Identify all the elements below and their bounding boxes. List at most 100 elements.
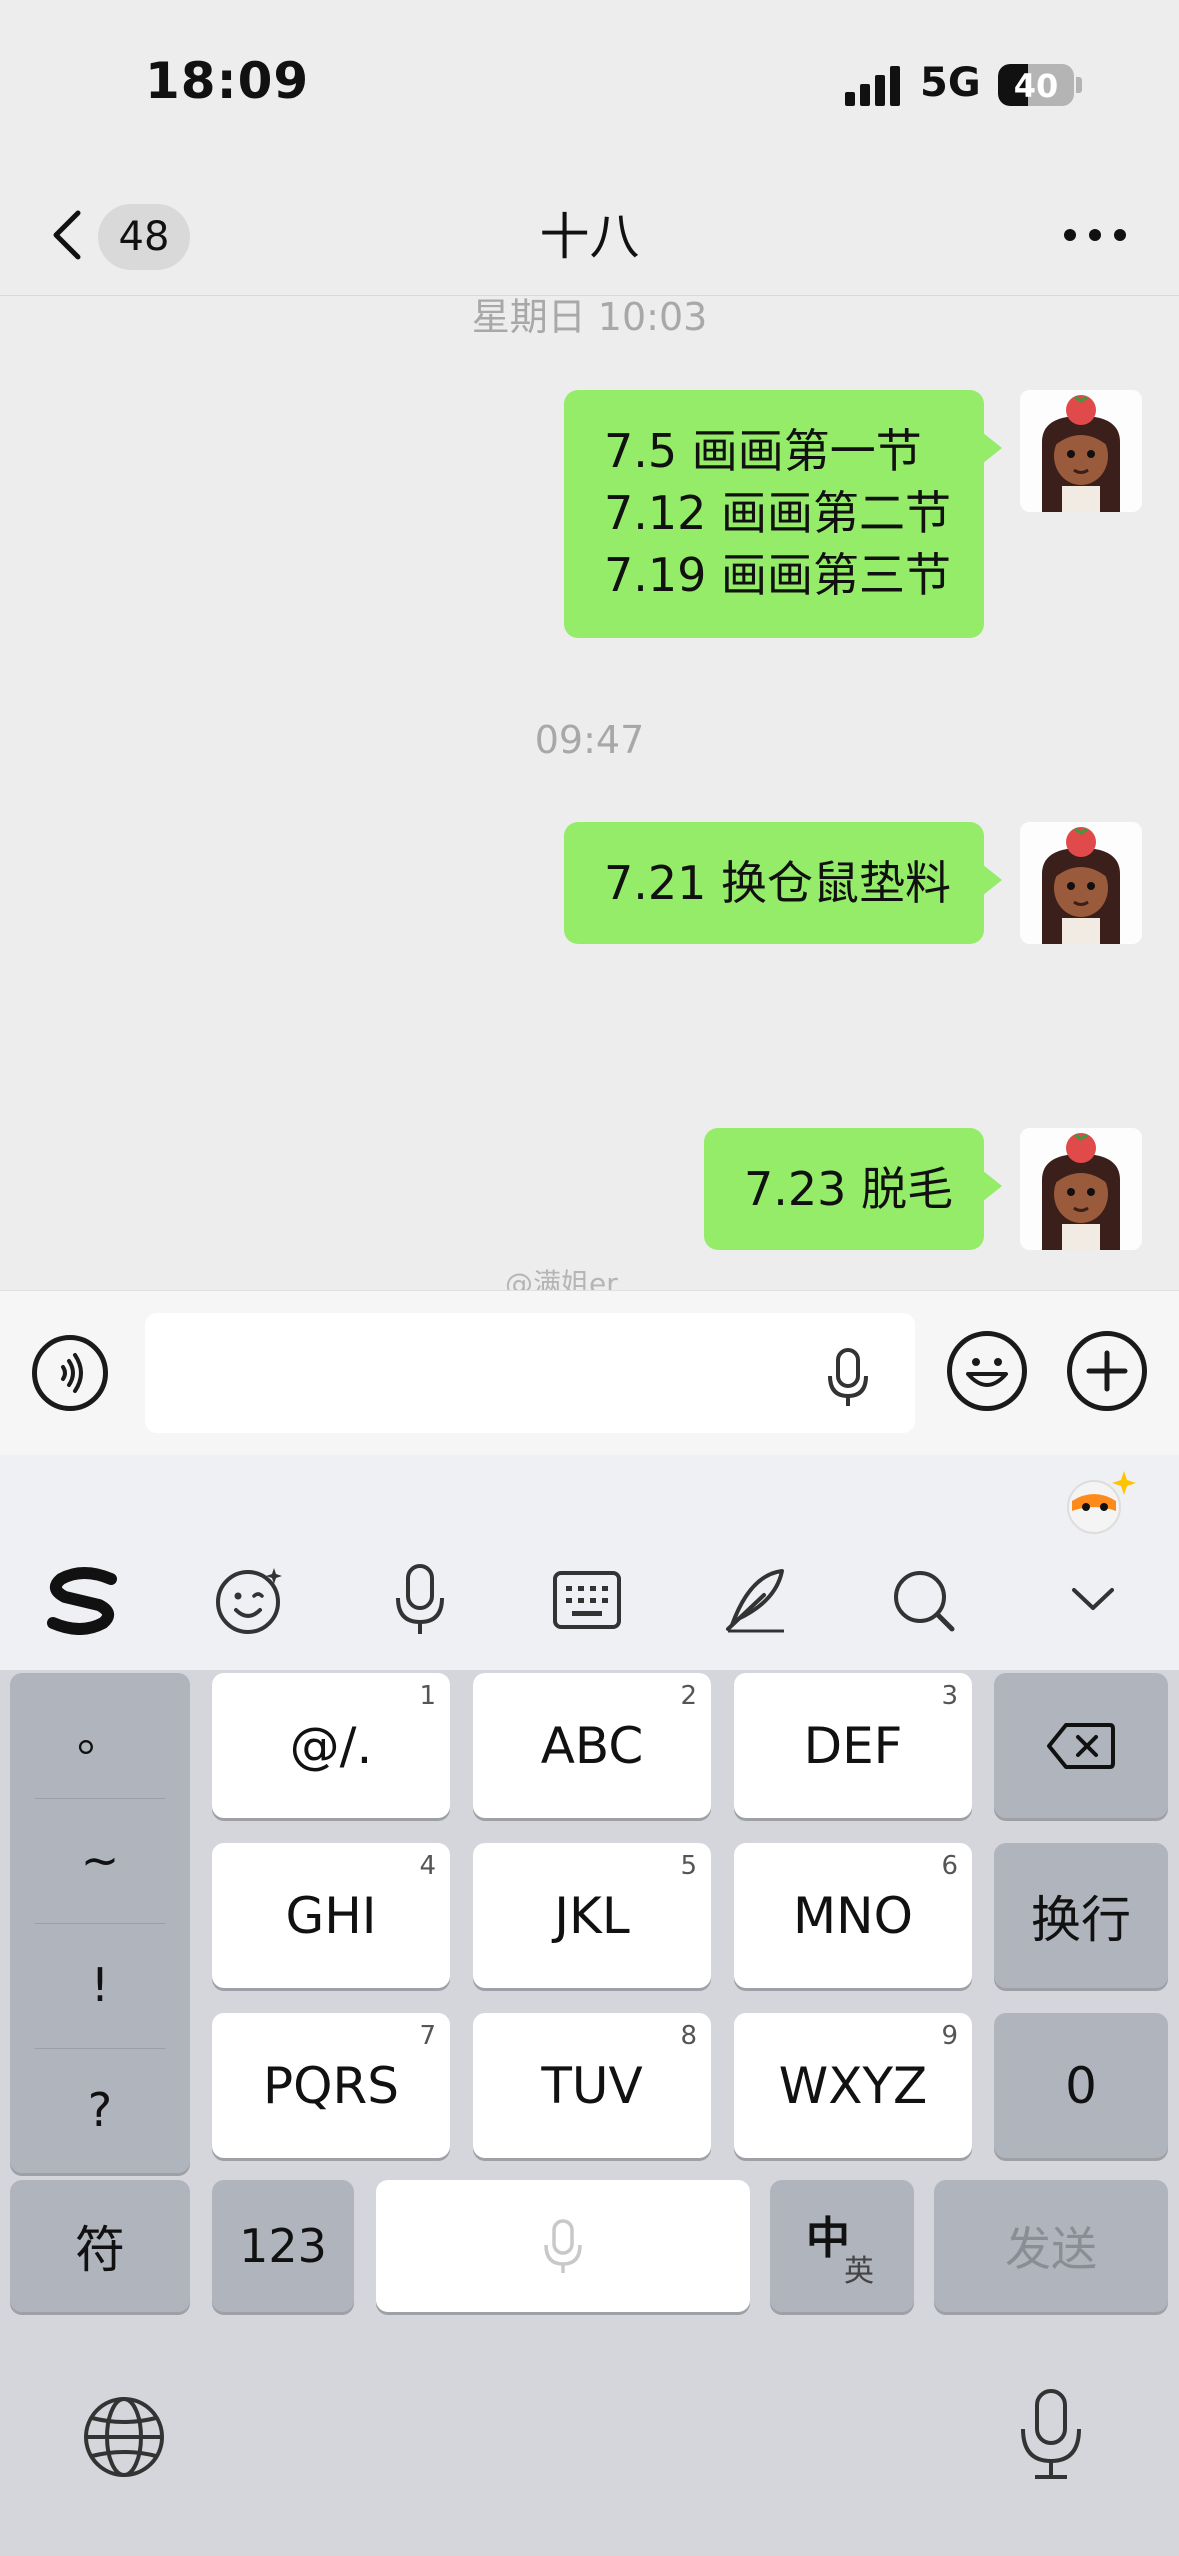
network-label: 5G (920, 60, 981, 106)
input-bar (0, 1290, 1179, 1456)
battery-icon: 40 (998, 64, 1074, 106)
bubble-tail (982, 1170, 1002, 1202)
mic-icon[interactable] (825, 1346, 871, 1410)
message-input[interactable] (145, 1313, 915, 1433)
sogou-logo[interactable] (38, 1555, 128, 1645)
message-text: 7.23 脱毛 (744, 1162, 954, 1216)
key-number: 9 (941, 2021, 958, 2051)
globe-icon[interactable] (82, 2395, 166, 2479)
key-label: 123 (239, 2219, 327, 2273)
plus-button[interactable] (1067, 1331, 1147, 1411)
pen-icon (726, 1569, 784, 1633)
space-key[interactable] (376, 2180, 750, 2312)
voice-input-button[interactable] (375, 1555, 465, 1645)
chevron-down-icon (1072, 1588, 1114, 1610)
battery-level: 40 (1013, 67, 1059, 105)
avatar[interactable] (1020, 822, 1142, 944)
backspace-icon (1047, 1723, 1115, 1769)
key-label: 符 (75, 2221, 125, 2279)
key-number: 1 (419, 1681, 436, 1711)
status-time: 18:09 (145, 52, 310, 110)
key-2[interactable]: 2 ABC (473, 1673, 711, 1818)
nav-bar: 48 十八 (0, 175, 1179, 296)
message-line: 7.12 画画第二节 (604, 486, 952, 540)
key-label: GHI (285, 1886, 377, 1945)
key-label: PQRS (263, 2056, 399, 2115)
avatar[interactable] (1020, 390, 1142, 512)
smile-icon (216, 1568, 282, 1634)
key-number: 4 (419, 1851, 436, 1881)
key-0[interactable]: 0 (994, 2013, 1168, 2158)
key-label: @/. (289, 1716, 373, 1775)
symbol-key[interactable]: ! (10, 1923, 190, 2048)
emoji-toolbar-button[interactable] (205, 1555, 295, 1645)
key-label: WXYZ (778, 2056, 928, 2115)
search-icon (894, 1571, 955, 1632)
key-label: 0 (1065, 2056, 1097, 2115)
symbol-column: 。 ~ ! ? (10, 1673, 190, 2173)
key-8[interactable]: 8 TUV (473, 2013, 711, 2158)
battery-cap (1076, 77, 1082, 93)
mic-icon (396, 1564, 444, 1634)
key-label: TUV (541, 2056, 643, 2115)
emoji-icon (966, 1358, 1008, 1387)
backspace-key[interactable] (994, 1673, 1168, 1818)
emoji-button[interactable] (947, 1331, 1027, 1411)
key-7[interactable]: 7 PQRS (212, 2013, 450, 2158)
avatar-image (1020, 822, 1142, 944)
handwriting-button[interactable] (710, 1555, 800, 1645)
message-text: 7.21 换仓鼠垫料 (604, 856, 952, 910)
status-bar: 18:09 5G 40 (0, 0, 1179, 175)
key-number: 8 (680, 2021, 697, 2051)
key-label: MNO (793, 1886, 913, 1945)
key-6[interactable]: 6 MNO (734, 1843, 972, 1988)
keyboard-icon (553, 1571, 621, 1629)
keyboard-toolbar (0, 1455, 1179, 1670)
message-bubble[interactable]: 7.23 脱毛 (704, 1128, 1002, 1250)
timestamp: 09:47 (534, 718, 645, 762)
key-label: 换行 (1031, 1890, 1131, 1949)
voice-icon (61, 1353, 83, 1393)
collapse-keyboard-button[interactable] (1048, 1555, 1138, 1645)
more-icon[interactable] (1060, 215, 1130, 255)
chat-title: 十八 (539, 208, 640, 266)
key-number: 7 (419, 2021, 436, 2051)
voice-button[interactable] (32, 1335, 108, 1411)
keyboard-layout-button[interactable] (542, 1555, 632, 1645)
symbol-mode-key[interactable]: 符 (10, 2180, 190, 2312)
key-label: DEF (803, 1716, 903, 1775)
message-bubble[interactable]: 7.21 换仓鼠垫料 (564, 822, 1002, 944)
key-label: JKL (554, 1886, 630, 1945)
keyboard: 。 ~ ! ? 1 @/. 2 ABC 3 DEF 4 GHI 5 JKL 6 … (0, 1455, 1179, 2556)
message-bubble[interactable]: 7.5 画画第一节 7.12 画画第二节 7.19 画画第三节 (564, 390, 1002, 638)
key-9[interactable]: 9 WXYZ (734, 2013, 972, 2158)
search-button[interactable] (878, 1555, 968, 1645)
mascot-icon[interactable] (1060, 1467, 1136, 1539)
key-number: 3 (941, 1681, 958, 1711)
avatar-image (1020, 1128, 1142, 1250)
key-3[interactable]: 3 DEF (734, 1673, 972, 1818)
avatar-image (1020, 390, 1142, 512)
timestamp: 星期日 10:03 (471, 295, 708, 339)
symbol-key[interactable]: ~ (10, 1798, 190, 1923)
mic-icon (544, 2219, 582, 2273)
symbol-key[interactable]: 。 (10, 1673, 190, 1798)
language-toggle-key[interactable]: 中 英 (770, 2180, 914, 2312)
signal-icon (845, 66, 905, 106)
key-4[interactable]: 4 GHI (212, 1843, 450, 1988)
key-1[interactable]: 1 @/. (212, 1673, 450, 1818)
number-mode-key[interactable]: 123 (212, 2180, 354, 2312)
send-key[interactable]: 发送 (934, 2180, 1168, 2312)
avatar[interactable] (1020, 1128, 1142, 1250)
mic-icon[interactable] (1015, 2387, 1087, 2483)
key-label: ABC (540, 1716, 644, 1775)
message-line: 7.5 画画第一节 (604, 424, 922, 478)
key-number: 6 (941, 1851, 958, 1881)
plus-icon (1086, 1350, 1128, 1392)
symbol-key[interactable]: ? (10, 2048, 190, 2173)
key-label: 发送 (1005, 2222, 1097, 2276)
key-5[interactable]: 5 JKL (473, 1843, 711, 1988)
sogou-icon (47, 1567, 117, 1635)
bubble-tail (982, 864, 1002, 896)
return-key[interactable]: 换行 (994, 1843, 1168, 1988)
